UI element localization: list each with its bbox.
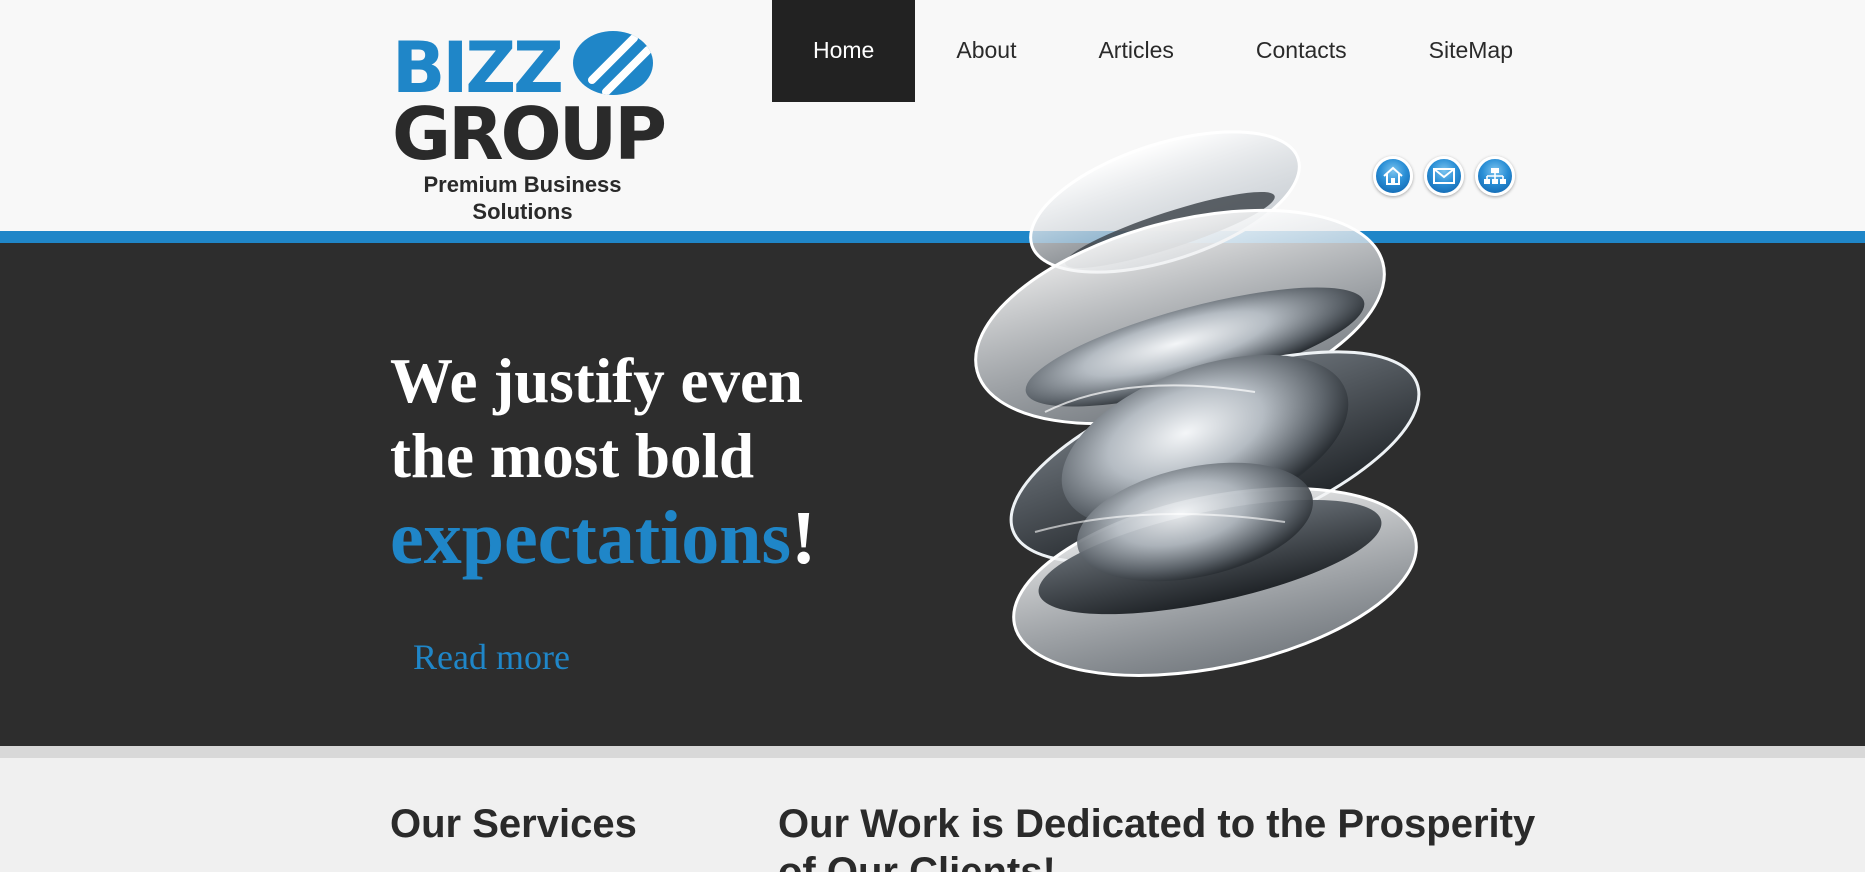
nav-articles[interactable]: Articles [1057, 0, 1214, 102]
logo-tagline: Premium Business Solutions [423, 172, 622, 224]
nav-home[interactable]: Home [772, 0, 916, 102]
hero-exclamation: ! [791, 496, 817, 580]
hero-headline-line3: expectations! [390, 495, 816, 582]
hero-accent-word: expectations [390, 496, 792, 580]
services-heading: Our Services [390, 802, 637, 846]
main-nav: Home About Articles Contacts SiteMap [772, 0, 1513, 102]
hero-bottom-shadow [0, 746, 1865, 758]
hero-headline-line1: We justify even [390, 346, 803, 416]
nav-sitemap[interactable]: SiteMap [1388, 0, 1513, 102]
nav-about[interactable]: About [915, 0, 1057, 102]
sitemap-icon[interactable] [1475, 156, 1515, 196]
read-more-link[interactable]: Read more [413, 636, 570, 678]
logo-mark-icon [573, 31, 653, 95]
logo[interactable]: BIZZ GROUP Premium Business Solutions [390, 28, 667, 228]
split-sphere-image [974, 130, 1421, 677]
logo-text-group: GROUP [392, 92, 667, 176]
hero-headline-line2: the most bold [390, 421, 755, 491]
nav-contacts[interactable]: Contacts [1215, 0, 1388, 102]
dedicated-heading: Our Work is Dedicated to the Prosperity … [778, 802, 1536, 872]
